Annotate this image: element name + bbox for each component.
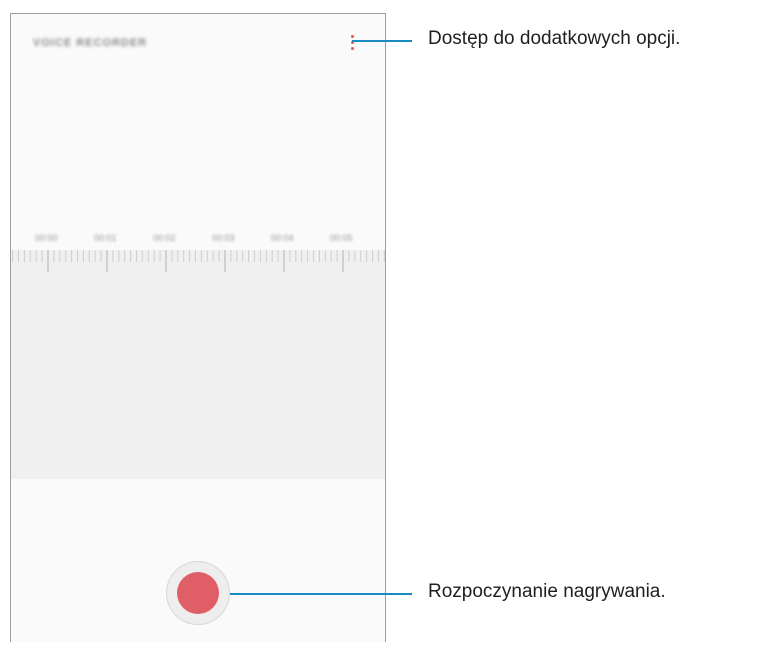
app-title: VOICE RECORDER <box>33 37 148 49</box>
timeline-label: 00:02 <box>153 233 176 243</box>
app-header: VOICE RECORDER <box>11 14 385 74</box>
timeline-label: 00:01 <box>94 233 117 243</box>
callout-line-record <box>230 593 412 595</box>
phone-screen: VOICE RECORDER 00:00 00:01 00:02 00:03 0… <box>10 13 386 642</box>
waveform-area <box>11 250 385 479</box>
timeline-label: 00:05 <box>330 233 353 243</box>
timeline-label: 00:04 <box>271 233 294 243</box>
timeline-label: 00:00 <box>35 233 58 243</box>
record-button[interactable] <box>166 561 230 625</box>
callout-record: Rozpoczynanie nagrywania. <box>428 581 666 602</box>
timeline-label: 00:03 <box>212 233 235 243</box>
record-icon <box>177 572 219 614</box>
callout-line-more <box>352 40 412 42</box>
callout-more-options: Dostęp do dodatkowych opcji. <box>428 28 681 49</box>
more-options-icon[interactable] <box>347 32 359 56</box>
timeline-ruler <box>12 250 385 272</box>
timeline-labels: 00:00 00:01 00:02 00:03 00:04 00:05 <box>11 233 385 247</box>
